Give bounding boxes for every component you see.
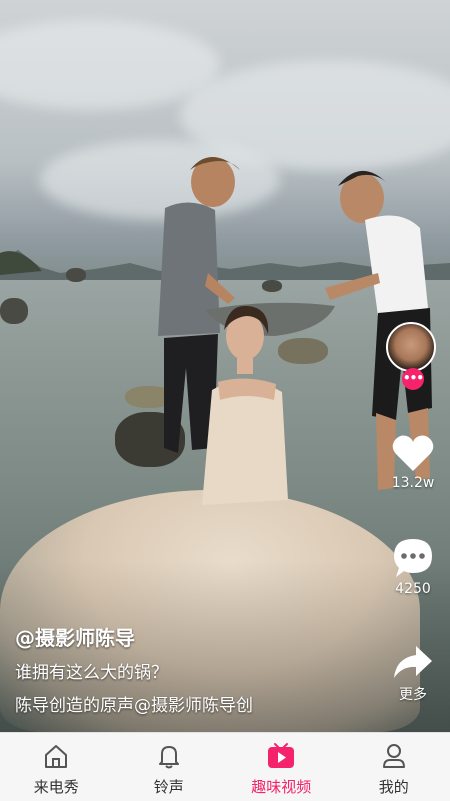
heart-icon [392,433,434,473]
profile-icon [378,740,410,772]
bottom-tabbar: 来电秀 铃声 趣味视频 我的 [0,732,450,801]
avatar [386,322,436,372]
tab-ringtone-show[interactable]: 来电秀 [0,733,113,801]
rock [66,268,86,282]
like-button[interactable]: 13.2w [390,433,436,491]
comment-icon [392,537,434,579]
rock [0,298,28,324]
tab-label: 趣味视频 [251,776,311,797]
author-avatar[interactable] [386,322,438,374]
share-arrow-icon [392,644,434,682]
music-label[interactable]: 陈导创造的原声@摄影师陈导创 [15,691,253,716]
tab-ringtones[interactable]: 铃声 [113,733,226,801]
comment-count: 4250 [395,581,431,597]
bell-icon [153,740,185,772]
comment-button[interactable]: 4250 [390,537,436,597]
like-count: 13.2w [392,475,435,491]
tab-fun-videos[interactable]: 趣味视频 [225,733,338,801]
tab-label: 铃声 [154,776,184,797]
tab-label: 来电秀 [34,776,79,797]
tab-mine[interactable]: 我的 [338,733,450,801]
more-dots-icon[interactable]: ••• [402,368,424,390]
video-title: 谁拥有这么大的锅？ [15,658,168,683]
woman [190,300,300,510]
author-name[interactable]: @摄影师陈导 [15,622,135,651]
home-icon [40,740,72,772]
more-share-button[interactable]: 更多 [390,644,436,704]
rock [262,280,282,292]
share-label: 更多 [399,684,427,704]
video-play-icon [265,740,297,772]
tab-label: 我的 [379,776,409,797]
